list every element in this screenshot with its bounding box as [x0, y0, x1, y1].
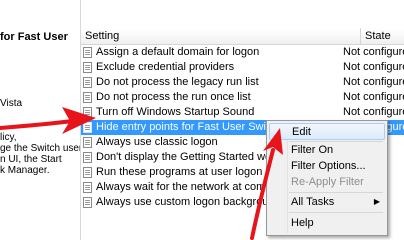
arrow-annotation-left	[0, 107, 96, 134]
arrow-annotation-right	[250, 128, 283, 240]
annotation-arrows	[0, 107, 283, 240]
